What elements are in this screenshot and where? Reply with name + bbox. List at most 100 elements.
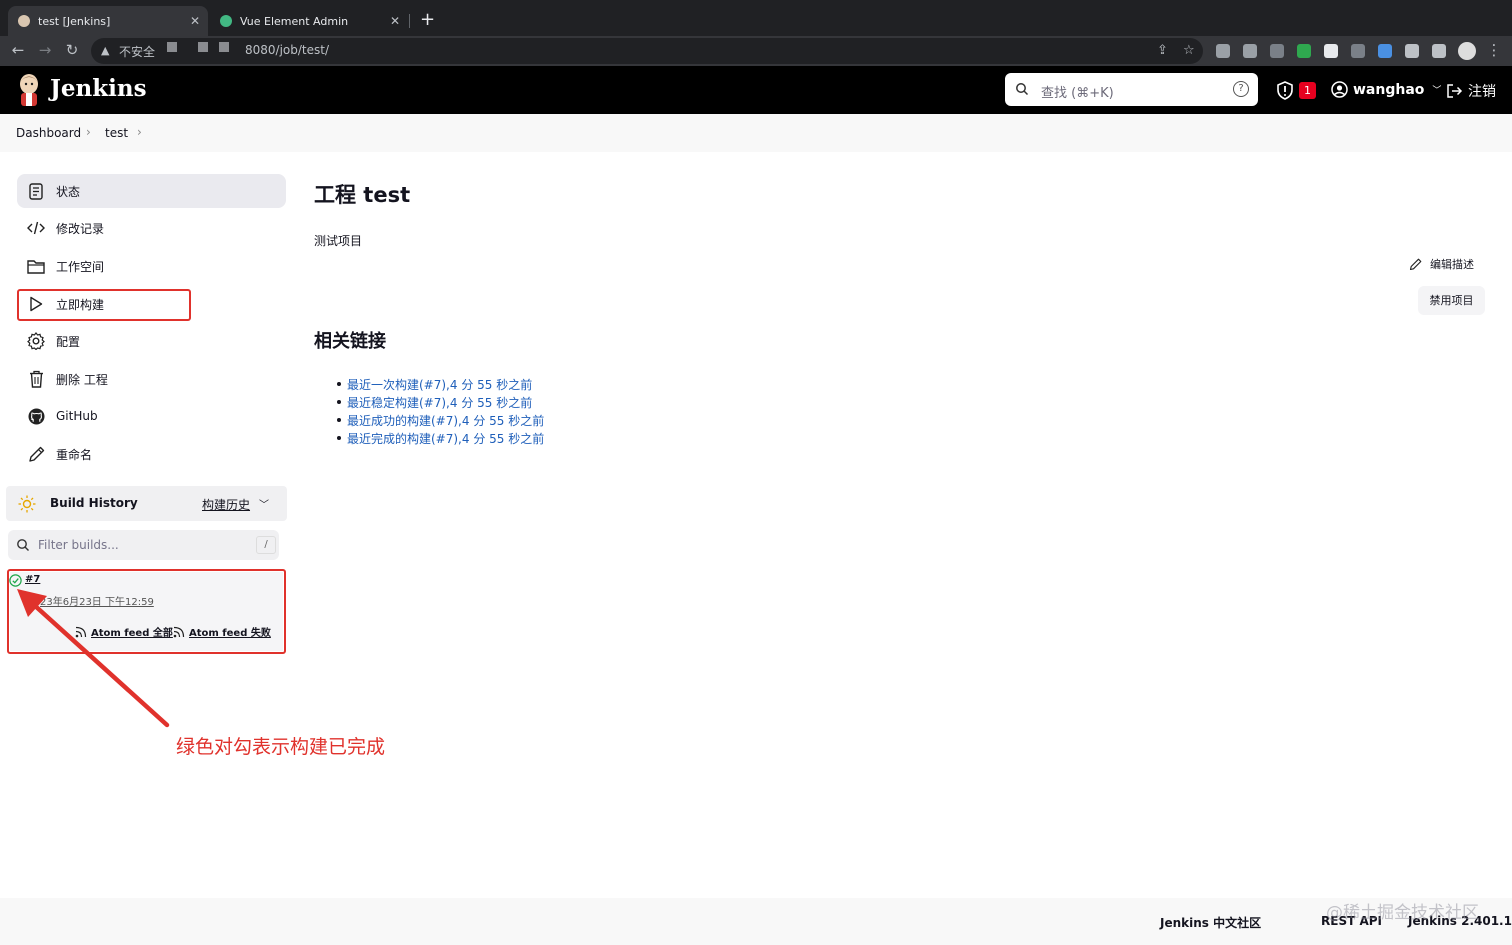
download-icon[interactable]: [1378, 44, 1392, 58]
annotation-text: 绿色对勾表示构建已完成: [176, 736, 386, 758]
edit-description-link[interactable]: 编辑描述: [1409, 256, 1474, 272]
user-icon: [1331, 81, 1348, 98]
build-history-title: Build History: [50, 496, 138, 510]
sidebar-item-label: 修改记录: [56, 221, 105, 236]
redacted-host: [198, 42, 208, 52]
search-icon: [17, 539, 29, 551]
gear-icon: [27, 332, 45, 350]
build-trend-link[interactable]: 构建历史: [202, 496, 250, 513]
atom-feed-failed-link[interactable]: Atom feed 失败: [173, 624, 271, 639]
pencil-icon: [1409, 258, 1422, 270]
logout-icon: [1447, 84, 1463, 98]
sidebar-item-label: 重命名: [56, 447, 93, 462]
warning-icon: ▲: [101, 44, 110, 57]
close-tab-icon[interactable]: ✕: [390, 14, 400, 28]
page-footer: Jenkins 中文社区 REST API Jenkins 2.401.1: [0, 898, 1512, 945]
sidebar-item-label: 配置: [56, 334, 81, 349]
close-tab-icon[interactable]: ✕: [190, 14, 200, 28]
redacted-host: [219, 42, 229, 52]
address-bar[interactable]: ▲ 不安全 8080/job/test/ ⇪ ☆: [91, 38, 1203, 64]
watermark-text: @稀土掘金技术社区: [1326, 903, 1479, 923]
build-date-link[interactable]: 23年6月23日 下午12:59: [40, 593, 154, 608]
jenkins-logo-icon[interactable]: [16, 73, 42, 107]
sidebar-item-status[interactable]: 状态: [17, 174, 286, 208]
success-check-icon: [9, 574, 22, 587]
atom-feed-failed-label: Atom feed 失败: [189, 628, 271, 639]
trash-icon: [27, 370, 45, 388]
share-icon[interactable]: ⇪: [1157, 43, 1168, 58]
logout-label: 注销: [1468, 84, 1496, 100]
back-icon[interactable]: ←: [10, 42, 26, 58]
folder-icon: [27, 257, 45, 275]
tab-title: Vue Element Admin: [240, 14, 349, 28]
footer-community-link[interactable]: Jenkins 中文社区: [1160, 914, 1261, 931]
extension-mask-icon[interactable]: [1351, 44, 1365, 58]
sidebar-item-rename[interactable]: 重命名: [17, 437, 286, 471]
extension-x-icon[interactable]: [1324, 44, 1338, 58]
project-description: 测试项目: [314, 234, 363, 248]
bookmark-star-icon[interactable]: ☆: [1183, 43, 1195, 58]
help-icon[interactable]: ?: [1233, 81, 1249, 97]
breadcrumb: Dashboard › test ›: [0, 114, 1512, 152]
related-link-last-stable[interactable]: 最近稳定构建(#7),4 分 55 秒之前: [337, 394, 544, 412]
sidebar-item-configure[interactable]: 配置: [17, 324, 286, 358]
breadcrumb-dashboard[interactable]: Dashboard: [16, 126, 81, 140]
user-menu[interactable]: wanghao ﹀: [1331, 81, 1441, 98]
sidebar-item-workspace[interactable]: 工作空间: [17, 249, 286, 283]
atom-feed-all-link[interactable]: Atom feed 全部: [75, 624, 173, 639]
browser-toolbar: ← → ↻ ▲ 不安全 8080/job/test/ ⇪ ☆ ⋮: [0, 36, 1512, 66]
build-row-highlight: [7, 569, 286, 654]
chevron-right-icon[interactable]: ›: [137, 125, 142, 139]
tab-title: test [Jenkins]: [38, 14, 111, 28]
extension-react-icon[interactable]: [1270, 44, 1284, 58]
sidebar-item-label: GitHub: [56, 409, 98, 423]
disable-project-button[interactable]: 禁用项目: [1418, 286, 1485, 315]
sun-weather-icon: [18, 495, 36, 513]
redacted-host: [167, 42, 177, 52]
chevron-right-icon: ›: [86, 125, 91, 139]
page-title: 工程 test: [314, 183, 411, 207]
side-panel-icon[interactable]: [1432, 44, 1446, 58]
jenkins-header: Jenkins 查找 (⌘+K) ? 1 wanghao ﹀ 注销: [0, 66, 1512, 114]
browser-tab-jenkins[interactable]: test [Jenkins] ✕: [8, 6, 208, 36]
vue-favicon-icon: [220, 15, 232, 27]
forward-icon[interactable]: →: [37, 42, 53, 58]
browser-tab-vue[interactable]: Vue Element Admin ✕: [210, 6, 408, 36]
sidebar-item-changes[interactable]: 修改记录: [17, 211, 286, 245]
code-icon: [27, 219, 45, 237]
edit-description-label: 编辑描述: [1430, 258, 1474, 271]
sidebar-item-delete[interactable]: 删除 工程: [17, 362, 286, 396]
build-number-link[interactable]: #7: [25, 574, 40, 585]
status-icon: [27, 182, 45, 200]
profile-avatar[interactable]: [1458, 42, 1476, 60]
security-shield-icon[interactable]: [1276, 81, 1294, 100]
jenkins-brand[interactable]: Jenkins: [50, 75, 147, 102]
filter-shortcut: /: [256, 536, 276, 554]
sidebar-item-label: 工作空间: [56, 259, 105, 274]
related-link-last-build[interactable]: 最近一次构建(#7),4 分 55 秒之前: [337, 376, 544, 394]
browser-menu-icon[interactable]: ⋮: [1486, 42, 1502, 58]
chevron-down-icon[interactable]: ﹀: [259, 496, 269, 511]
extension-camera-icon[interactable]: [1243, 44, 1257, 58]
filter-builds[interactable]: Filter builds... /: [8, 530, 279, 560]
extension-v-icon[interactable]: [1216, 44, 1230, 58]
related-link-last-successful[interactable]: 最近成功的构建(#7),4 分 55 秒之前: [337, 412, 544, 430]
related-link-last-completed[interactable]: 最近完成的构建(#7),4 分 55 秒之前: [337, 430, 544, 448]
extensions-puzzle-icon[interactable]: [1405, 44, 1419, 58]
new-tab-button[interactable]: +: [420, 9, 435, 30]
logout-link[interactable]: 注销: [1446, 81, 1496, 101]
search-icon: [1016, 83, 1029, 96]
reload-icon[interactable]: ↻: [64, 42, 80, 58]
browser-tab-bar: test [Jenkins] ✕ Vue Element Admin ✕ +: [0, 0, 1512, 36]
security-badge[interactable]: 1: [1299, 82, 1316, 99]
extension-shield-icon[interactable]: [1297, 44, 1311, 58]
sidebar-item-github[interactable]: GitHub: [17, 399, 286, 433]
sidebar-item-label: 删除 工程: [56, 372, 108, 387]
filter-builds-input[interactable]: Filter builds...: [38, 538, 119, 552]
jenkins-favicon-icon: [18, 15, 30, 27]
build-history-header: Build History 构建历史 ﹀: [6, 486, 287, 521]
search-input[interactable]: 查找 (⌘+K): [1041, 82, 1114, 101]
chevron-down-icon: ﹀: [1432, 86, 1442, 96]
search-box[interactable]: 查找 (⌘+K) ?: [1005, 73, 1258, 106]
breadcrumb-test[interactable]: test: [105, 126, 128, 140]
